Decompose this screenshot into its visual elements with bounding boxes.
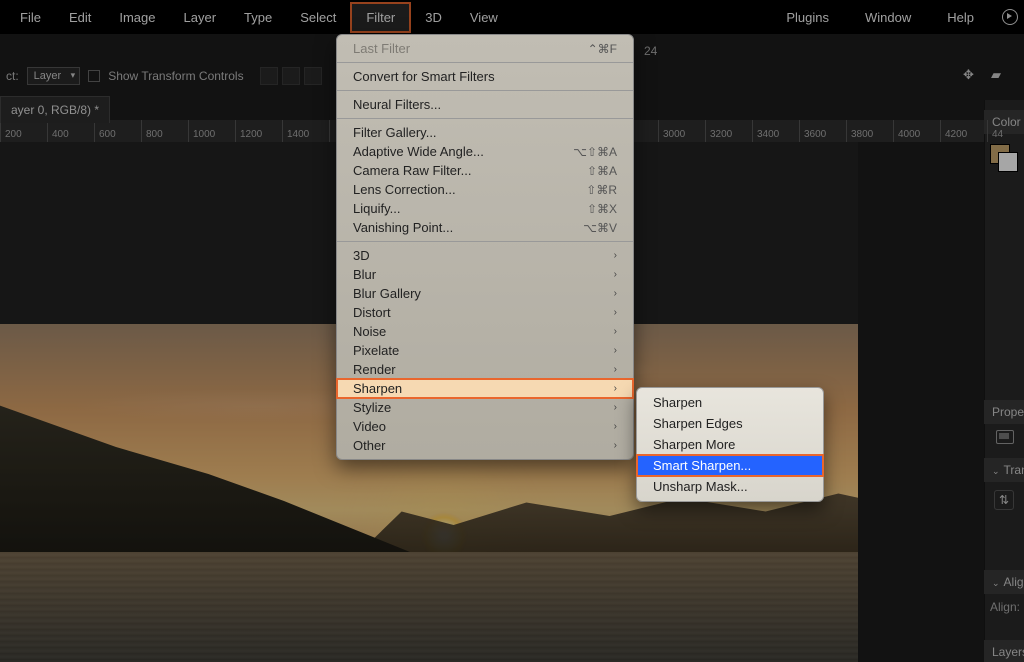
menuitem-label: Blur (353, 267, 614, 282)
menuitem-blur-gallery[interactable]: Blur Gallery› (337, 284, 633, 303)
menuitem-label: Render (353, 362, 614, 377)
menuitem-noise[interactable]: Noise› (337, 322, 633, 341)
chevron-right-icon: › (614, 421, 617, 432)
menuitem-render[interactable]: Render› (337, 360, 633, 379)
sharpen-submenu: Sharpen Sharpen Edges Sharpen More Smart… (636, 387, 824, 502)
menuitem-last-filter: Last Filter ⌃⌘F (337, 39, 633, 58)
menuitem-shortcut: ⌃⌘F (588, 42, 617, 56)
submenu-sharpen-more[interactable]: Sharpen More (637, 434, 823, 455)
chevron-right-icon: › (614, 288, 617, 299)
chevron-right-icon: › (614, 383, 617, 394)
menuitem-blur[interactable]: Blur› (337, 265, 633, 284)
menuitem-distort[interactable]: Distort› (337, 303, 633, 322)
menuitem-label: Video (353, 419, 614, 434)
menuitem-convert-smart[interactable]: Convert for Smart Filters (337, 67, 633, 86)
menuitem-label: Convert for Smart Filters (353, 69, 617, 84)
menuitem-label: Stylize (353, 400, 614, 415)
menuitem-label: Noise (353, 324, 614, 339)
menuitem-3d[interactable]: 3D› (337, 246, 633, 265)
menuitem-shortcut: ⇧⌘A (587, 164, 617, 178)
chevron-right-icon: › (614, 402, 617, 413)
menuitem-vanishing-point[interactable]: Vanishing Point...⌥⌘V (337, 218, 633, 237)
menuitem-label: Camera Raw Filter... (353, 163, 587, 178)
menuitem-shortcut: ⇧⌘R (586, 183, 617, 197)
menuitem-lens-correction[interactable]: Lens Correction...⇧⌘R (337, 180, 633, 199)
menu-separator (337, 62, 633, 63)
menuitem-shortcut: ⌥⌘V (583, 221, 617, 235)
submenu-sharpen[interactable]: Sharpen (637, 392, 823, 413)
menu-separator (337, 241, 633, 242)
menuitem-pixelate[interactable]: Pixelate› (337, 341, 633, 360)
submenu-unsharp-mask[interactable]: Unsharp Mask... (637, 476, 823, 497)
menuitem-shortcut: ⌥⇧⌘A (573, 145, 617, 159)
menuitem-label: Vanishing Point... (353, 220, 583, 235)
menu-separator (337, 90, 633, 91)
chevron-right-icon: › (614, 250, 617, 261)
menuitem-sharpen[interactable]: Sharpen› (337, 379, 633, 398)
menuitem-video[interactable]: Video› (337, 417, 633, 436)
menuitem-filter-gallery[interactable]: Filter Gallery... (337, 123, 633, 142)
chevron-right-icon: › (614, 269, 617, 280)
menuitem-label: Other (353, 438, 614, 453)
menuitem-label: Sharpen (353, 381, 614, 396)
filter-dropdown: Last Filter ⌃⌘F Convert for Smart Filter… (336, 34, 634, 460)
chevron-right-icon: › (614, 326, 617, 337)
menu-separator (337, 118, 633, 119)
menuitem-other[interactable]: Other› (337, 436, 633, 455)
menuitem-label: Liquify... (353, 201, 587, 216)
menuitem-stylize[interactable]: Stylize› (337, 398, 633, 417)
chevron-right-icon: › (614, 440, 617, 451)
menuitem-label: Filter Gallery... (353, 125, 617, 140)
menuitem-camera-raw-filter[interactable]: Camera Raw Filter...⇧⌘A (337, 161, 633, 180)
menuitem-label: Last Filter (353, 41, 588, 56)
menuitem-label: Blur Gallery (353, 286, 614, 301)
chevron-right-icon: › (614, 345, 617, 356)
menuitem-label: Pixelate (353, 343, 614, 358)
chevron-right-icon: › (614, 364, 617, 375)
menuitem-label: Neural Filters... (353, 97, 617, 112)
chevron-right-icon: › (614, 307, 617, 318)
menuitem-label: 3D (353, 248, 614, 263)
menuitem-shortcut: ⇧⌘X (587, 202, 617, 216)
menuitem-neural-filters[interactable]: Neural Filters... (337, 95, 633, 114)
menuitem-label: Lens Correction... (353, 182, 586, 197)
menuitem-label: Distort (353, 305, 614, 320)
menuitem-liquify[interactable]: Liquify...⇧⌘X (337, 199, 633, 218)
menuitem-label: Adaptive Wide Angle... (353, 144, 573, 159)
submenu-sharpen-edges[interactable]: Sharpen Edges (637, 413, 823, 434)
submenu-smart-sharpen[interactable]: Smart Sharpen... (637, 455, 823, 476)
menuitem-adaptive-wide-angle[interactable]: Adaptive Wide Angle...⌥⇧⌘A (337, 142, 633, 161)
